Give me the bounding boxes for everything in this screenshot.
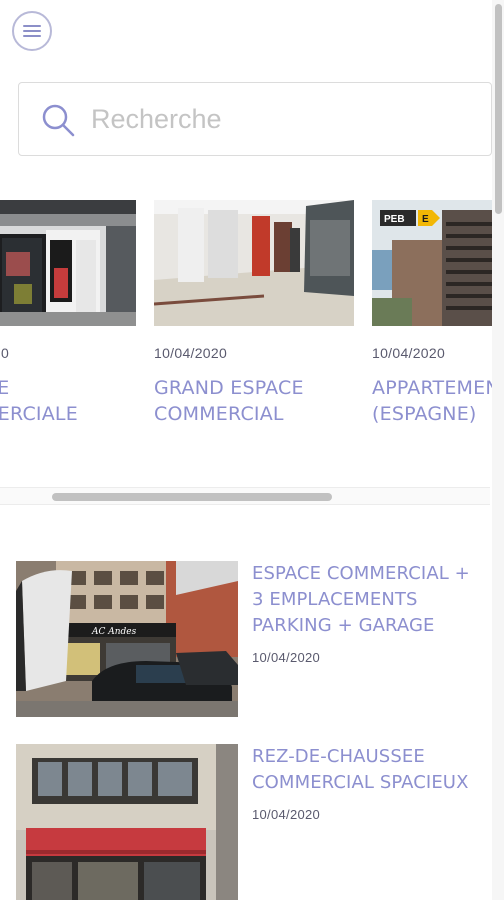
listing-photo: AC Andes	[16, 561, 238, 717]
peb-grade: E	[422, 214, 429, 225]
listing-date: 10/04/2020	[252, 650, 321, 665]
search-icon	[42, 104, 75, 137]
card-title[interactable]: GRAND ESPACE COMMERCIAL	[154, 375, 354, 427]
property-photo	[0, 200, 136, 326]
property-photo: PEB E	[372, 200, 492, 326]
card-date: 10/04/2020	[0, 345, 10, 361]
page-scrollbar[interactable]	[492, 0, 504, 900]
listing-title[interactable]: REZ-DE-CHAUSSEE COMMERCIAL SPACIEUX	[252, 744, 486, 796]
card-title[interactable]: ESPACE COMMERCIALE	[0, 375, 136, 427]
menu-button[interactable]	[12, 11, 52, 51]
carousel-scrollbar-thumb[interactable]	[52, 493, 332, 501]
listing-date: 10/04/2020	[252, 807, 321, 822]
shop-sign-text: AC Andes	[91, 627, 137, 637]
carousel-card[interactable]: 10/04/2020 GRAND ESPACE COMMERCIAL	[154, 200, 354, 427]
card-title[interactable]: APPARTEMENT (ESPAGNE)	[372, 375, 492, 427]
property-photo	[154, 200, 354, 326]
featured-carousel[interactable]: 10/04/2020 ESPACE COMMERCIALE	[0, 190, 492, 510]
search-bar[interactable]	[18, 82, 492, 156]
listing-title[interactable]: ESPACE COMMERCIAL + 3 EMPLACEMENTS PARKI…	[252, 561, 486, 639]
page-scrollbar-thumb[interactable]	[495, 4, 502, 214]
carousel-scrollbar[interactable]	[0, 487, 490, 505]
hamburger-menu-icon	[23, 25, 41, 37]
search-input[interactable]	[91, 97, 471, 141]
listing-photo	[16, 744, 238, 900]
carousel-card[interactable]: PEB E 10/04/2020 APPARTEMENT (ESPAGNE)	[372, 200, 492, 427]
carousel-card[interactable]: 10/04/2020 ESPACE COMMERCIALE	[0, 200, 136, 427]
card-date: 10/04/2020	[372, 345, 446, 361]
card-date: 10/04/2020	[154, 345, 228, 361]
peb-badge-label: PEB	[384, 214, 405, 225]
